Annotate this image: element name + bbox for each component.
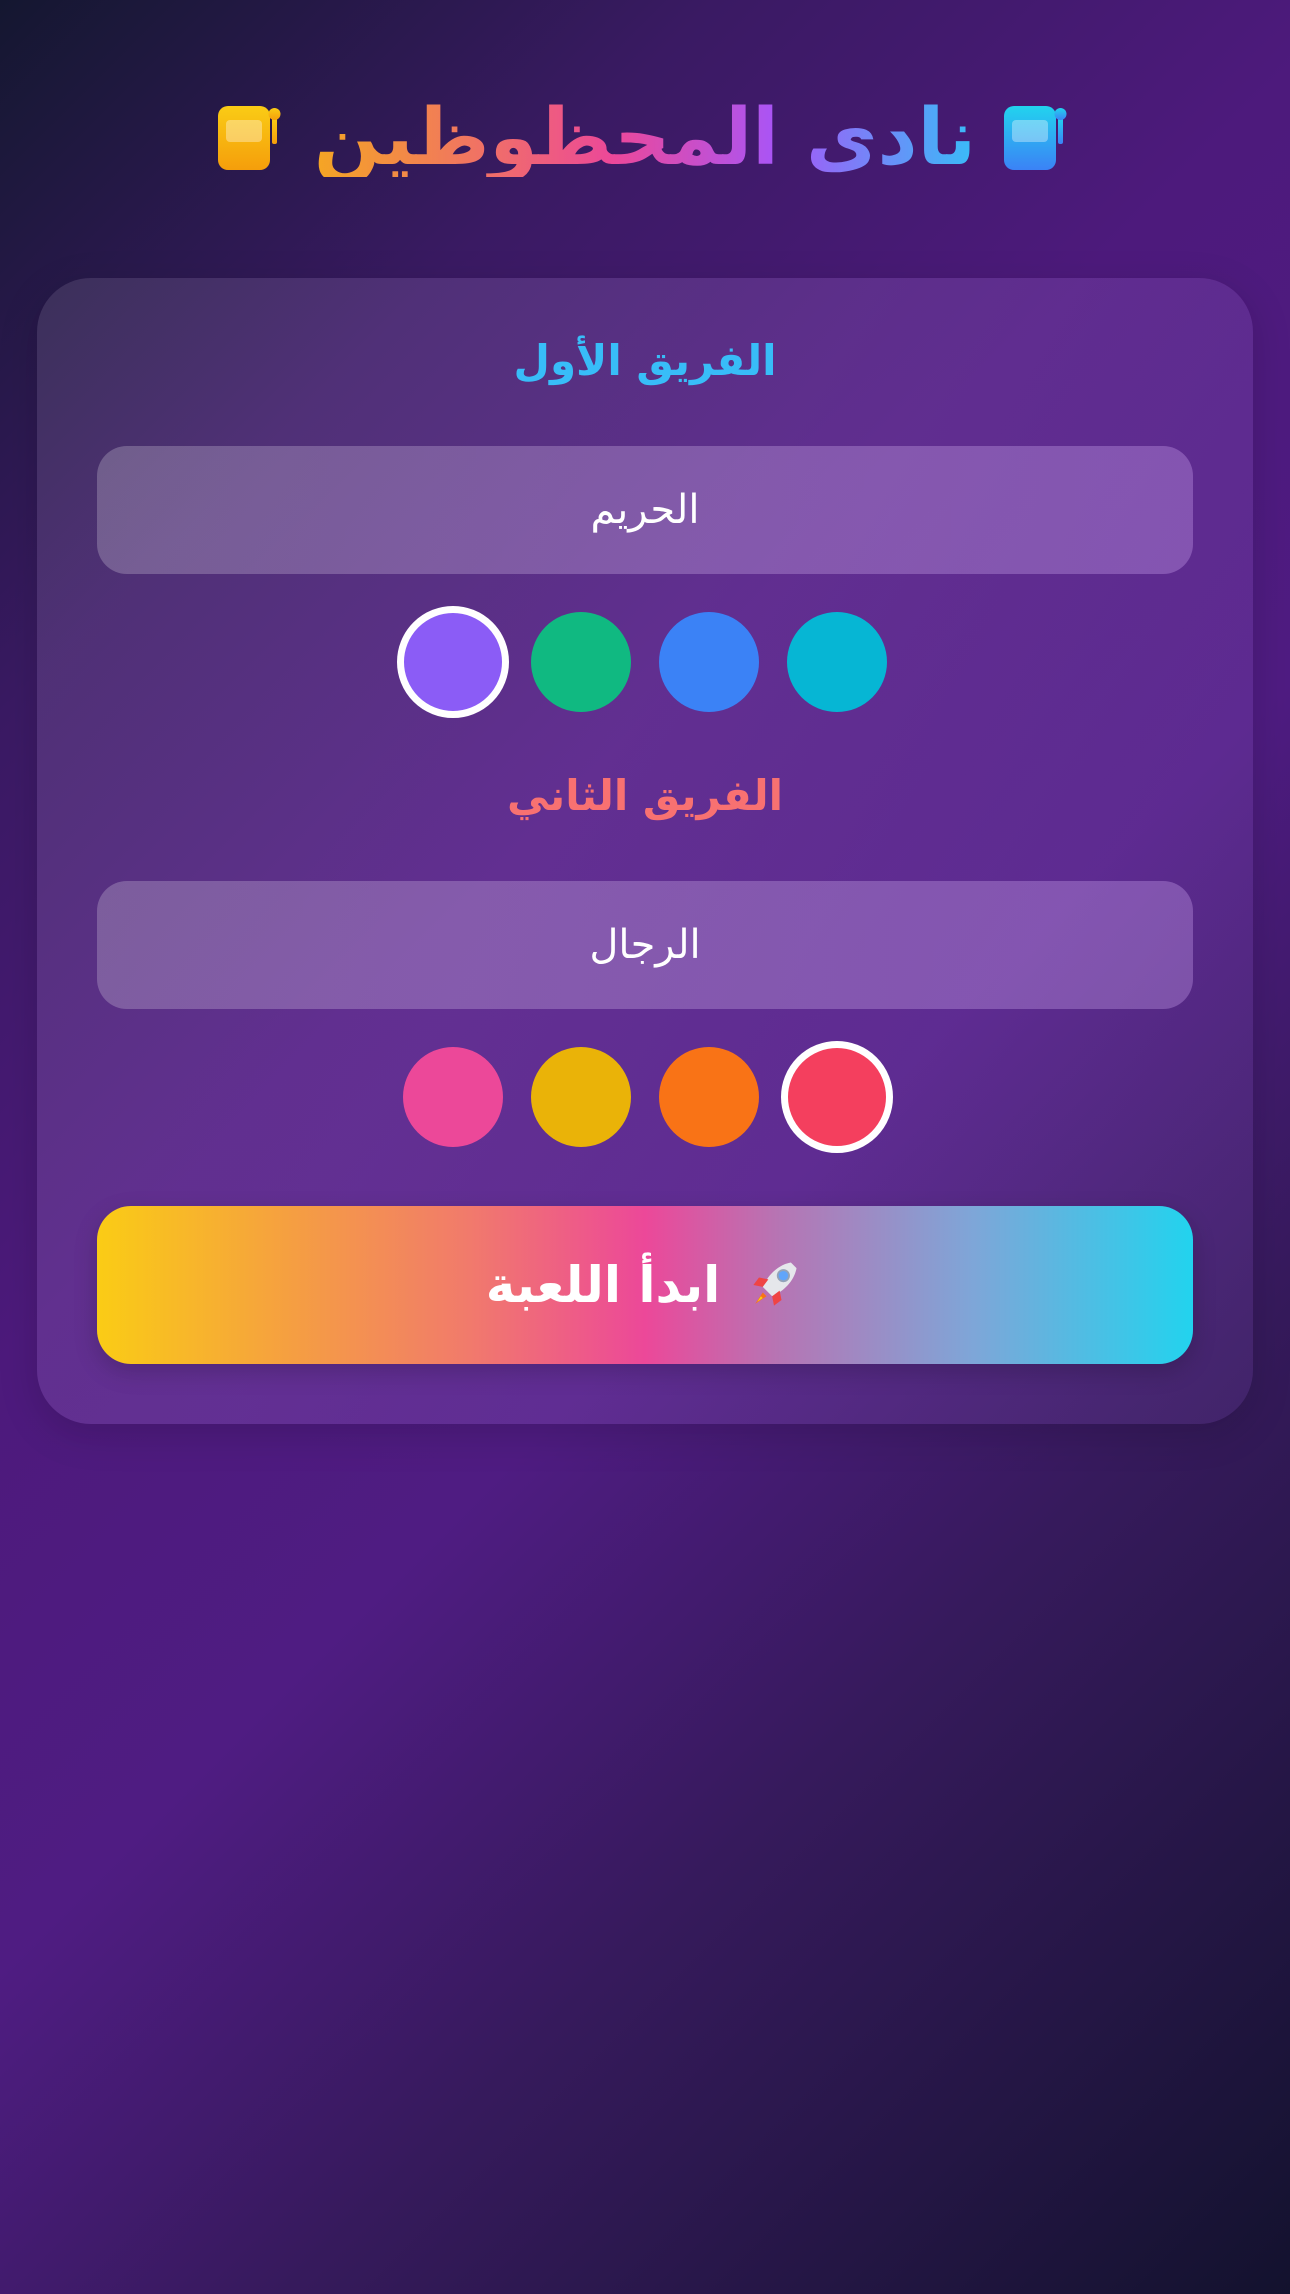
start-game-label: ابدأ اللعبة bbox=[485, 1256, 721, 1314]
team2-color-picker bbox=[37, 1039, 1253, 1155]
slot-machine-icon bbox=[217, 106, 281, 170]
team2-color-pink[interactable] bbox=[403, 1047, 503, 1147]
team1-color-blue[interactable] bbox=[659, 612, 759, 712]
start-game-button[interactable]: ابدأ اللعبة bbox=[97, 1206, 1193, 1364]
app-title: نادي المحظوظين bbox=[313, 93, 977, 183]
rocket-icon bbox=[753, 1262, 797, 1306]
setup-card: الفريق الأول الفريق الثاني ابدأ اللعبة bbox=[37, 278, 1253, 1424]
team1-color-picker bbox=[37, 604, 1253, 720]
team2-name-input[interactable] bbox=[97, 881, 1193, 1009]
team1-name-input[interactable] bbox=[97, 446, 1193, 574]
team1-color-violet[interactable] bbox=[397, 606, 509, 718]
slot-machine-icon bbox=[1004, 106, 1067, 170]
team1-color-green[interactable] bbox=[531, 612, 631, 712]
team2-color-yellow[interactable] bbox=[531, 1047, 631, 1147]
team2-color-red[interactable] bbox=[781, 1041, 893, 1153]
team1-color-cyan[interactable] bbox=[787, 612, 887, 712]
team2-color-orange[interactable] bbox=[659, 1047, 759, 1147]
team2-label: الفريق الثاني bbox=[506, 771, 784, 820]
team1-label: الفريق الأول bbox=[513, 336, 777, 385]
app-header: نادي المحظوظين bbox=[0, 88, 1290, 188]
